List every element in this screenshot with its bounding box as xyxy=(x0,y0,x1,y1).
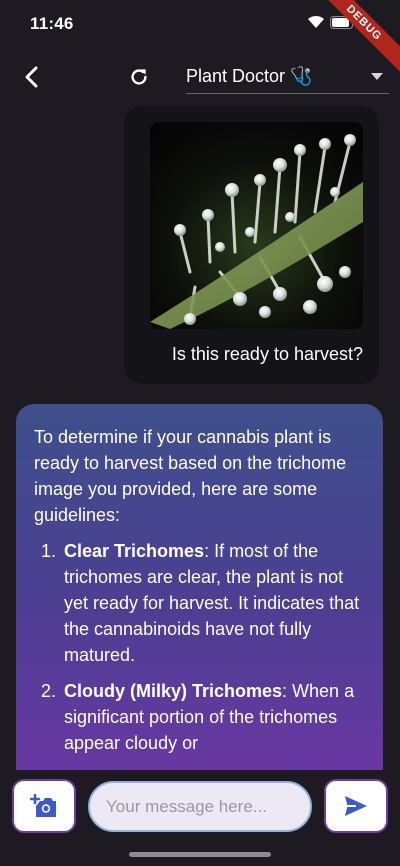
message-input[interactable] xyxy=(88,781,312,832)
list-item-number: 1. xyxy=(40,541,56,561)
bot-message-intro: To determine if your cannabis plant is r… xyxy=(34,427,347,525)
refresh-button[interactable] xyxy=(124,62,154,92)
user-message-bubble: Is this ready to harvest? xyxy=(124,106,379,384)
list-item: 1. Clear Trichomes: If most of the trich… xyxy=(34,538,365,668)
home-indicator xyxy=(129,852,271,857)
status-bar: 11:46 DEBUG xyxy=(0,0,400,79)
app-bar: Plant Doctor 🩺 xyxy=(0,52,400,102)
back-button[interactable] xyxy=(16,62,46,92)
list-item-number: 2. xyxy=(40,681,56,701)
model-dropdown[interactable]: Plant Doctor 🩺 xyxy=(186,60,389,94)
wifi-icon xyxy=(308,15,324,28)
refresh-icon xyxy=(131,69,147,85)
user-message-text: Is this ready to harvest? xyxy=(171,344,363,364)
status-time: 11:46 xyxy=(30,14,74,33)
send-button[interactable] xyxy=(324,779,388,833)
model-dropdown-value: Plant Doctor 🩺 xyxy=(186,66,313,86)
send-icon xyxy=(345,796,367,816)
bot-message-list: 1. Clear Trichomes: If most of the trich… xyxy=(34,538,365,756)
trichome-photo[interactable] xyxy=(150,122,363,329)
list-item-term: Clear Trichomes xyxy=(64,541,205,561)
add-photo-button[interactable] xyxy=(12,779,76,833)
list-item-body: Cloudy (Milky) Trichomes: When a signifi… xyxy=(64,678,365,756)
list-item-term: Cloudy (Milky) Trichomes xyxy=(64,681,283,701)
trichome-image xyxy=(150,122,363,329)
list-item-body: Clear Trichomes: If most of the trichome… xyxy=(64,538,365,668)
add-photo-icon xyxy=(30,793,56,817)
dropdown-arrow-icon xyxy=(371,73,383,80)
list-item: 2. Cloudy (Milky) Trichomes: When a sign… xyxy=(34,678,365,756)
bot-message-bubble: To determine if your cannabis plant is r… xyxy=(16,404,383,784)
back-arrow-icon xyxy=(25,66,38,88)
